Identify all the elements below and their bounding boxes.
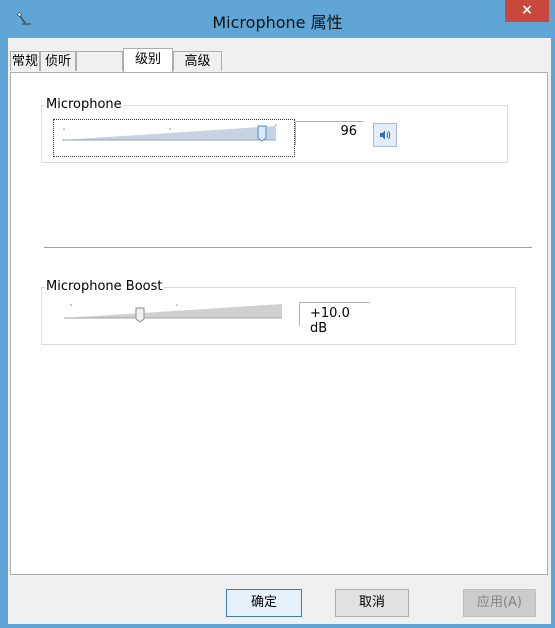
levels-panel: Microphone 96 Microphone Boost +10.0 dB bbox=[10, 72, 548, 575]
close-icon: × bbox=[521, 2, 533, 18]
microphone-level-value[interactable]: 96 bbox=[295, 121, 363, 145]
title-bar[interactable]: Microphone 属性 × bbox=[0, 0, 555, 38]
tab-general[interactable]: 常规 bbox=[10, 51, 40, 71]
boost-slider-thumb bbox=[135, 307, 145, 323]
microphone-group: Microphone 96 bbox=[41, 97, 508, 163]
divider bbox=[44, 247, 532, 248]
cancel-button[interactable]: 取消 bbox=[335, 589, 409, 617]
microphone-label: Microphone bbox=[45, 97, 123, 113]
speaker-icon bbox=[380, 130, 391, 140]
ok-button[interactable]: 确定 bbox=[226, 589, 302, 617]
boost-slider-graphic bbox=[64, 304, 282, 323]
tab-levels[interactable]: 级别 bbox=[123, 48, 173, 72]
apply-button[interactable]: 应用(A) bbox=[463, 589, 536, 617]
boost-slider[interactable] bbox=[56, 300, 288, 326]
microphone-slider[interactable] bbox=[53, 119, 295, 157]
tab-strip: 常规 侦听 级别 高级 bbox=[10, 48, 530, 72]
mute-toggle-button[interactable] bbox=[373, 123, 397, 147]
microphone-level-text: 96 bbox=[340, 124, 357, 139]
microphone-slider-thumb bbox=[257, 125, 267, 142]
dialog-client: 常规 侦听 级别 高级 Microphone 96 Microphone Boo… bbox=[8, 38, 551, 624]
tab-advanced[interactable]: 高级 bbox=[173, 51, 222, 71]
close-button[interactable]: × bbox=[505, 0, 549, 22]
properties-window: Microphone 属性 × 常规 侦听 级别 高级 Microphone 9… bbox=[0, 0, 555, 628]
microphone-slider-graphic bbox=[62, 124, 277, 142]
boost-label: Microphone Boost bbox=[45, 279, 164, 295]
tab-gap bbox=[76, 51, 123, 71]
window-title: Microphone 属性 bbox=[212, 13, 343, 32]
tab-listen[interactable]: 侦听 bbox=[40, 51, 76, 71]
boost-value-text: +10.0 dB bbox=[310, 306, 350, 336]
boost-group: Microphone Boost +10.0 dB bbox=[41, 279, 516, 345]
boost-value[interactable]: +10.0 dB bbox=[299, 302, 370, 336]
